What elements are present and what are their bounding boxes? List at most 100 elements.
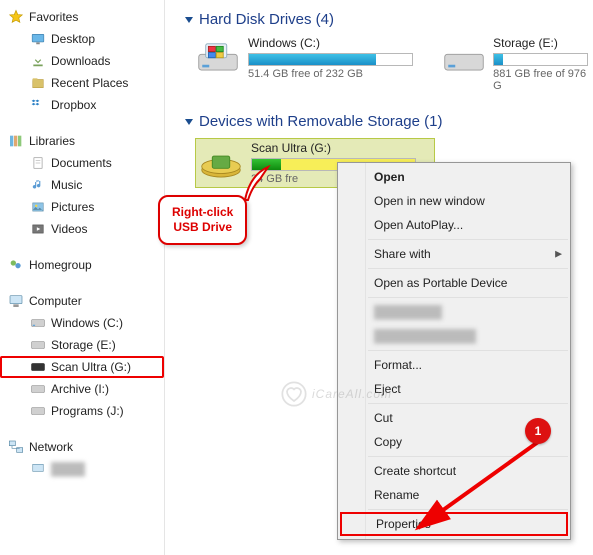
sidebar-item-downloads[interactable]: Downloads xyxy=(0,50,164,72)
dropbox-icon xyxy=(30,97,46,113)
sidebar-item-videos[interactable]: Videos xyxy=(0,218,164,240)
menu-open[interactable]: Open xyxy=(338,165,570,189)
menu-open-new-window[interactable]: Open in new window xyxy=(338,189,570,213)
menu-format[interactable]: Format... xyxy=(338,353,570,377)
item-label: Documents xyxy=(51,156,112,170)
sidebar-item-storage-e[interactable]: Storage (E:) xyxy=(0,334,164,356)
computer-icon xyxy=(8,293,24,309)
network-header[interactable]: Network xyxy=(0,436,164,458)
star-icon xyxy=(8,9,24,25)
drive-usage-bar xyxy=(493,53,588,66)
network-label: Network xyxy=(29,440,73,454)
drive-free-text: 51.4 GB free of 232 GB xyxy=(248,68,413,80)
sidebar-item-programs-j[interactable]: Programs (J:) xyxy=(0,400,164,422)
menu-properties[interactable]: Properties xyxy=(340,512,568,536)
annotation-callout: Right-click USB Drive xyxy=(158,195,247,245)
computer-header[interactable]: Computer xyxy=(0,290,164,312)
item-label: ████ xyxy=(51,462,85,476)
submenu-arrow-icon: ▶ xyxy=(555,249,562,260)
drive-free-text: 881 GB free of 976 G xyxy=(493,68,591,92)
drive-info: Windows (C:) 51.4 GB free of 232 GB xyxy=(248,36,413,80)
recent-icon xyxy=(30,75,46,91)
item-label: Storage (E:) xyxy=(51,338,116,352)
pictures-icon xyxy=(30,199,46,215)
libraries-group: Libraries Documents Music Pictures Video… xyxy=(0,130,164,240)
menu-separator xyxy=(368,239,568,240)
favorites-label: Favorites xyxy=(29,10,78,24)
homegroup-group: Homegroup xyxy=(0,254,164,276)
network-group: Network ████ xyxy=(0,436,164,480)
sidebar-item-desktop[interactable]: Desktop xyxy=(0,28,164,50)
menu-eject[interactable]: Eject xyxy=(338,377,570,401)
item-label: Recent Places xyxy=(51,76,128,90)
menu-separator xyxy=(368,456,568,457)
drive-icon xyxy=(30,381,46,397)
menu-blurred-item[interactable]: ████████ xyxy=(338,300,570,324)
sidebar-item-network-pc[interactable]: ████ xyxy=(0,458,164,480)
menu-separator xyxy=(368,297,568,298)
network-icon xyxy=(8,439,24,455)
sidebar-item-pictures[interactable]: Pictures xyxy=(0,196,164,218)
callout-box: Right-click USB Drive xyxy=(158,195,247,245)
item-label: Desktop xyxy=(51,32,95,46)
drive-name: Storage (E:) xyxy=(493,36,591,50)
item-label: Windows (C:) xyxy=(51,316,123,330)
navigation-pane: Favorites Desktop Downloads Recent Place… xyxy=(0,0,165,555)
drive-name: Scan Ultra (G:) xyxy=(251,141,416,155)
removable-section-title: Devices with Removable Storage (1) xyxy=(199,113,442,130)
sidebar-item-dropbox[interactable]: Dropbox xyxy=(0,94,164,116)
hdd-icon xyxy=(195,36,240,76)
removable-drive-icon xyxy=(198,143,243,183)
hdd-drives: Windows (C:) 51.4 GB free of 232 GB Stor… xyxy=(175,36,583,92)
menu-create-shortcut[interactable]: Create shortcut xyxy=(338,459,570,483)
drive-windows-c[interactable]: Windows (C:) 51.4 GB free of 232 GB xyxy=(195,36,413,92)
favorites-group: Favorites Desktop Downloads Recent Place… xyxy=(0,6,164,116)
sidebar-item-recent[interactable]: Recent Places xyxy=(0,72,164,94)
sidebar-item-scan-ultra-g[interactable]: Scan Ultra (G:) xyxy=(0,356,164,378)
hdd-icon xyxy=(443,36,485,76)
menu-rename[interactable]: Rename xyxy=(338,483,570,507)
sidebar-item-music[interactable]: Music xyxy=(0,174,164,196)
menu-open-portable[interactable]: Open as Portable Device xyxy=(338,271,570,295)
menu-separator xyxy=(368,350,568,351)
item-label: Archive (I:) xyxy=(51,382,109,396)
item-label: Downloads xyxy=(51,54,110,68)
homegroup-header[interactable]: Homegroup xyxy=(0,254,164,276)
drive-icon xyxy=(30,337,46,353)
item-label: Videos xyxy=(51,222,87,236)
item-label: Programs (J:) xyxy=(51,404,124,418)
desktop-icon xyxy=(30,31,46,47)
sidebar-item-archive-i[interactable]: Archive (I:) xyxy=(0,378,164,400)
item-label: Dropbox xyxy=(51,98,96,112)
pc-icon xyxy=(30,461,46,477)
computer-label: Computer xyxy=(29,294,82,308)
music-icon xyxy=(30,177,46,193)
libraries-header[interactable]: Libraries xyxy=(0,130,164,152)
callout-tail-icon xyxy=(240,165,280,205)
collapse-icon xyxy=(185,17,193,23)
menu-blurred-item[interactable]: ████████████ xyxy=(338,324,570,348)
context-menu: Open Open in new window Open AutoPlay...… xyxy=(337,162,571,540)
item-label: Music xyxy=(51,178,82,192)
hdd-section-header[interactable]: Hard Disk Drives (4) xyxy=(175,8,583,36)
favorites-header[interactable]: Favorites xyxy=(0,6,164,28)
annotation-step-badge: 1 xyxy=(525,418,551,444)
hdd-section-title: Hard Disk Drives (4) xyxy=(199,11,334,28)
menu-open-autoplay[interactable]: Open AutoPlay... xyxy=(338,213,570,237)
item-label: Scan Ultra (G:) xyxy=(51,360,131,374)
callout-line1: Right-click xyxy=(172,205,233,220)
sidebar-item-windows-c[interactable]: Windows (C:) xyxy=(0,312,164,334)
homegroup-icon xyxy=(8,257,24,273)
sidebar-item-documents[interactable]: Documents xyxy=(0,152,164,174)
videos-icon xyxy=(30,221,46,237)
drive-storage-e[interactable]: Storage (E:) 881 GB free of 976 G xyxy=(443,36,591,92)
libraries-label: Libraries xyxy=(29,134,75,148)
menu-separator xyxy=(368,509,568,510)
drive-info: Storage (E:) 881 GB free of 976 G xyxy=(493,36,591,92)
drive-usage-bar xyxy=(248,53,413,66)
document-icon xyxy=(30,155,46,171)
removable-section-header[interactable]: Devices with Removable Storage (1) xyxy=(175,110,583,138)
homegroup-label: Homegroup xyxy=(29,258,92,272)
collapse-icon xyxy=(185,119,193,125)
menu-share-with[interactable]: Share with▶ xyxy=(338,242,570,266)
